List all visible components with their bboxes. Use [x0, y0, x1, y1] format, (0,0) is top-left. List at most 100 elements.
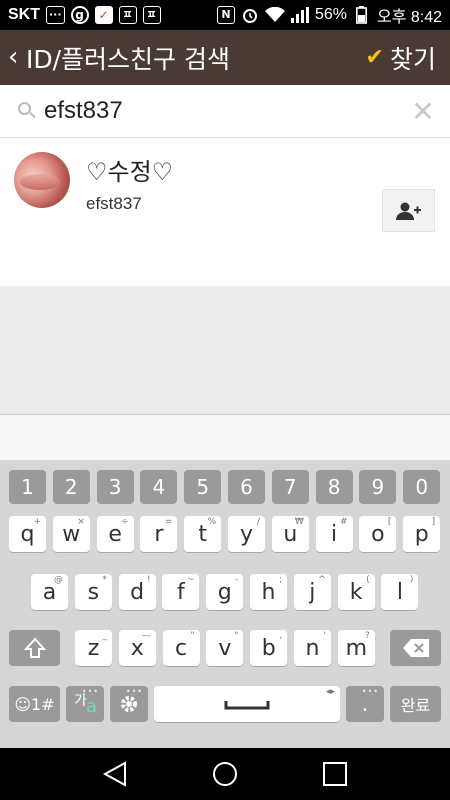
key-a[interactable]: a @ — [31, 574, 68, 610]
language-key[interactable]: 가 a ••• — [66, 686, 104, 722]
check-icon: ✔ — [365, 45, 384, 70]
settings-key[interactable]: ••• — [110, 686, 148, 722]
key-x[interactable]: x — — [118, 630, 156, 666]
period-key[interactable]: . ••• — [346, 686, 384, 722]
navigation-bar — [0, 748, 450, 800]
key-b-hint: , — [279, 631, 283, 641]
key-5-label: 5 — [196, 475, 210, 499]
status-bar: SKT ··· g ✓ ㅍ ㅍ N 56% 오후 8:42 — [0, 0, 450, 30]
key-y[interactable]: y / — [228, 516, 265, 552]
key-n-label: n — [305, 635, 320, 661]
key-r[interactable]: r = — [140, 516, 178, 552]
key-c[interactable]: c " — [162, 630, 200, 666]
key-7[interactable]: 7 — [271, 470, 309, 504]
key-t-label: t — [198, 521, 207, 547]
key-u[interactable]: u ₩ — [271, 516, 309, 552]
key-b[interactable]: b, — [250, 630, 288, 666]
key-s[interactable]: s * — [74, 574, 112, 610]
key-s-hint: * — [102, 575, 107, 585]
key-f-label: f — [177, 579, 185, 605]
key-c-label: c — [175, 635, 188, 661]
key-5[interactable]: 5 — [184, 470, 222, 504]
search-result[interactable]: ♡수정♡ efst837 — [0, 138, 450, 286]
key-i[interactable]: i # — [315, 516, 353, 552]
more-dots-icon: ••• — [361, 687, 379, 696]
key-r-hint: = — [164, 517, 173, 527]
back-nav-icon[interactable] — [101, 760, 129, 788]
key-z[interactable]: z _ — [75, 630, 112, 666]
recents-icon[interactable] — [321, 760, 349, 788]
signal-icon — [290, 6, 309, 24]
key-f[interactable]: f ~ — [162, 574, 200, 610]
key-8[interactable]: 8 — [315, 470, 353, 504]
key-2[interactable]: 2 — [52, 470, 90, 504]
key-l[interactable]: l) — [381, 574, 419, 610]
key-6[interactable]: 6 — [228, 470, 265, 504]
key-z-label: z — [87, 635, 100, 661]
key-z-hint: _ — [102, 631, 108, 641]
search-input[interactable] — [44, 97, 408, 125]
find-button[interactable]: ✔ 찾기 — [366, 40, 450, 76]
key-y-label: y — [239, 521, 254, 547]
key-k[interactable]: k( — [337, 574, 375, 610]
key-h[interactable]: h; — [250, 574, 287, 610]
symbols-key-label: ☺1# — [14, 694, 55, 714]
key-8-label: 8 — [327, 475, 341, 499]
key-1[interactable]: 1 — [9, 470, 46, 504]
key-o[interactable]: o[ — [359, 516, 397, 552]
suggestion-strip — [0, 414, 450, 460]
done-key[interactable]: 완료 — [390, 686, 441, 722]
key-0-label: 0 — [415, 475, 429, 499]
back-arrow-icon[interactable]: ‹ — [0, 30, 26, 85]
key-7-label: 7 — [283, 475, 297, 499]
key-m[interactable]: m? — [337, 630, 375, 666]
space-icon — [224, 701, 270, 710]
key-p[interactable]: p] — [403, 516, 441, 552]
key-l-label: l — [396, 579, 403, 605]
key-d[interactable]: d! — [118, 574, 156, 610]
empty-area — [0, 286, 450, 414]
avatar[interactable] — [14, 152, 70, 208]
key-0[interactable]: 0 — [403, 470, 441, 504]
key-v[interactable]: v " — [206, 630, 244, 666]
page-title: ID/플러스친구 검색 — [26, 44, 230, 74]
key-e-hint: ÷ — [121, 517, 129, 527]
key-9-label: 9 — [371, 475, 385, 499]
search-icon — [16, 100, 38, 122]
key-u-hint: ₩ — [294, 517, 304, 527]
clear-icon[interactable]: ✕ — [408, 95, 438, 128]
key-i-label: i — [331, 521, 338, 547]
key-1-label: 1 — [21, 475, 34, 499]
key-3-label: 3 — [108, 475, 122, 499]
key-3[interactable]: 3 — [96, 470, 134, 504]
key-g[interactable]: g- — [206, 574, 244, 610]
key-w[interactable]: w × — [52, 516, 90, 552]
add-friend-button[interactable] — [382, 189, 435, 232]
key-v-label: v — [218, 635, 232, 661]
key-9[interactable]: 9 — [359, 470, 397, 504]
result-id: efst837 — [86, 194, 142, 213]
carrier-label: SKT — [8, 6, 40, 23]
key-d-label: d — [130, 579, 145, 605]
symbols-key[interactable]: ☺1# — [9, 686, 60, 722]
battery-percent: 56% — [314, 6, 347, 23]
key-q[interactable]: q + — [9, 516, 46, 552]
key-m-label: m — [345, 635, 368, 661]
home-icon[interactable] — [211, 760, 239, 788]
clock: 오후 8:42 — [376, 9, 442, 26]
nfc-icon: N — [216, 6, 235, 24]
language-sub-label: a — [86, 696, 98, 717]
key-j-hint: ^ — [318, 575, 326, 585]
key-o-label: o — [371, 521, 385, 547]
key-r-label: r — [154, 521, 164, 547]
key-n[interactable]: n ' — [294, 630, 331, 666]
key-e[interactable]: e ÷ — [96, 516, 134, 552]
space-key[interactable]: ◂▸ — [154, 686, 340, 722]
key-t[interactable]: t% — [184, 516, 222, 552]
key-j[interactable]: j ^ — [293, 574, 331, 610]
key-h-label: h — [261, 579, 276, 605]
backspace-key[interactable] — [390, 630, 441, 666]
app-icon: ㅍ — [142, 6, 161, 24]
key-4[interactable]: 4 — [140, 470, 178, 504]
shift-key[interactable] — [9, 630, 60, 666]
